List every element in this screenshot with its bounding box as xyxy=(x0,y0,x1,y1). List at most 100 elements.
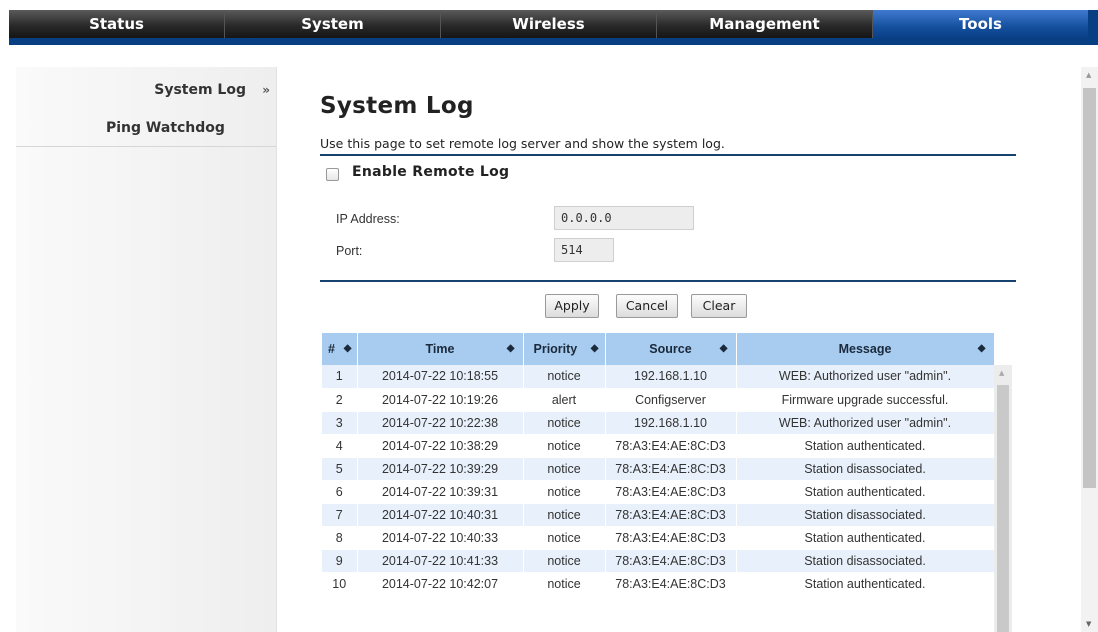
sidebar-item-label: System Log xyxy=(154,82,246,98)
cell-source: 78:A3:E4:AE:8C:D3 xyxy=(605,503,737,527)
sort-icon: ◆ xyxy=(343,343,352,354)
nav-tabs: Status System Wireless Management Tools xyxy=(9,10,1088,38)
table-scrollbar[interactable]: ▲ xyxy=(994,365,1012,632)
page-scrollbar[interactable]: ▲ ▼ xyxy=(1081,67,1098,632)
column-header-number[interactable]: # ◆ xyxy=(322,333,358,365)
cell-priority: notice xyxy=(523,572,606,596)
scrollbar-thumb[interactable] xyxy=(1083,88,1096,488)
enable-remote-log-label: Enable Remote Log xyxy=(352,164,510,180)
table-row: 7 2014-07-22 10:40:31 notice 78:A3:E4:AE:8C… xyxy=(322,503,995,527)
cancel-button[interactable]: Cancel xyxy=(616,294,678,318)
tab-management[interactable]: Management xyxy=(657,10,873,38)
cell-time: 2014-07-22 10:22:38 xyxy=(357,411,524,435)
cell-number: 2 xyxy=(322,388,358,412)
table-row: 1 2014-07-22 10:18:55 notice 192.168.1.10 WE… xyxy=(322,365,995,389)
table-row: 9 2014-07-22 10:41:33 notice 78:A3:E4:AE:8C… xyxy=(322,549,995,573)
cell-priority: notice xyxy=(523,457,606,481)
sort-icon: ◆ xyxy=(590,343,599,354)
cell-time: 2014-07-22 10:39:29 xyxy=(357,457,524,481)
tab-wireless[interactable]: Wireless xyxy=(441,10,657,38)
cell-message: Firmware upgrade successful. xyxy=(736,388,995,412)
cell-priority: notice xyxy=(523,549,606,573)
sidebar: System Log » Ping Watchdog xyxy=(16,67,277,632)
cell-message: WEB: Authorized user "admin". xyxy=(736,411,995,435)
cell-source: 192.168.1.10 xyxy=(605,411,737,435)
cell-priority: alert xyxy=(523,388,606,412)
scrollbar-thumb[interactable] xyxy=(997,385,1009,632)
cell-source: 78:A3:E4:AE:8C:D3 xyxy=(605,572,737,596)
sort-icon: ◆ xyxy=(506,343,515,354)
cell-number: 5 xyxy=(322,457,358,481)
cell-priority: notice xyxy=(523,526,606,550)
cell-source: 78:A3:E4:AE:8C:D3 xyxy=(605,549,737,573)
table-row: 8 2014-07-22 10:40:33 notice 78:A3:E4:AE:8C… xyxy=(322,526,995,550)
enable-remote-log-checkbox[interactable] xyxy=(326,168,339,181)
cell-priority: notice xyxy=(523,365,606,389)
double-chevron-right-icon: » xyxy=(262,83,270,97)
cell-time: 2014-07-22 10:42:07 xyxy=(357,572,524,596)
cell-time: 2014-07-22 10:39:31 xyxy=(357,480,524,504)
cell-time: 2014-07-22 10:18:55 xyxy=(357,365,524,389)
button-row: Apply Cancel Clear xyxy=(320,282,1016,328)
apply-button[interactable]: Apply xyxy=(545,294,599,318)
cell-number: 10 xyxy=(322,572,358,596)
top-navigation: Status System Wireless Management Tools xyxy=(0,0,1098,45)
cell-number: 4 xyxy=(322,434,358,458)
cell-number: 1 xyxy=(322,365,358,389)
column-header-message[interactable]: Message ◆ xyxy=(736,333,995,365)
cell-time: 2014-07-22 10:40:31 xyxy=(357,503,524,527)
cell-number: 3 xyxy=(322,411,358,435)
ip-address-input[interactable]: 0.0.0.0 xyxy=(554,206,694,230)
cell-time: 2014-07-22 10:41:33 xyxy=(357,549,524,573)
scroll-up-arrow-icon[interactable]: ▲ xyxy=(999,369,1004,377)
scroll-down-arrow-icon[interactable]: ▼ xyxy=(1086,620,1091,628)
column-header-time[interactable]: Time ◆ xyxy=(357,333,524,365)
cell-number: 6 xyxy=(322,480,358,504)
cell-priority: notice xyxy=(523,503,606,527)
clear-button[interactable]: Clear xyxy=(691,294,747,318)
column-header-priority[interactable]: Priority ◆ xyxy=(523,333,606,365)
sidebar-item-label: Ping Watchdog xyxy=(106,120,225,136)
tab-system[interactable]: System xyxy=(225,10,441,38)
port-input[interactable]: 514 xyxy=(554,238,614,262)
cell-message: WEB: Authorized user "admin". xyxy=(736,365,995,389)
cell-message: Station authenticated. xyxy=(736,526,995,550)
cell-number: 7 xyxy=(322,503,358,527)
cell-message: Station authenticated. xyxy=(736,434,995,458)
port-label: Port: xyxy=(336,244,363,258)
cell-priority: notice xyxy=(523,411,606,435)
cell-message: Station authenticated. xyxy=(736,572,995,596)
ip-address-label: IP Address: xyxy=(336,212,400,226)
table-row: 4 2014-07-22 10:38:29 notice 78:A3:E4:AE:8C… xyxy=(322,434,995,458)
enable-remote-log-row: Enable Remote Log xyxy=(320,156,1016,196)
table-row: 3 2014-07-22 10:22:38 notice 192.168.1.10 WE… xyxy=(322,411,995,435)
cell-source: 78:A3:E4:AE:8C:D3 xyxy=(605,457,737,481)
column-header-source[interactable]: Source ◆ xyxy=(605,333,737,365)
cell-time: 2014-07-22 10:38:29 xyxy=(357,434,524,458)
cell-source: 192.168.1.10 xyxy=(605,365,737,389)
cell-message: Station disassociated. xyxy=(736,503,995,527)
cell-message: Station disassociated. xyxy=(736,457,995,481)
port-row: Port: 514 xyxy=(320,238,1016,266)
table-row: 6 2014-07-22 10:39:31 notice 78:A3:E4:AE:8C… xyxy=(322,480,995,504)
sidebar-item-system-log[interactable]: System Log » xyxy=(16,67,276,109)
page-title: System Log xyxy=(320,93,474,119)
cell-number: 9 xyxy=(322,549,358,573)
sort-icon: ◆ xyxy=(977,343,986,354)
table-row: 5 2014-07-22 10:39:29 notice 78:A3:E4:AE:8C… xyxy=(322,457,995,481)
tab-status[interactable]: Status xyxy=(9,10,225,38)
cell-priority: notice xyxy=(523,434,606,458)
cell-source: 78:A3:E4:AE:8C:D3 xyxy=(605,526,737,550)
cell-time: 2014-07-22 10:19:26 xyxy=(357,388,524,412)
scroll-up-arrow-icon[interactable]: ▲ xyxy=(1086,71,1091,79)
sort-icon: ◆ xyxy=(719,343,728,354)
cell-source: 78:A3:E4:AE:8C:D3 xyxy=(605,480,737,504)
table-body: 1 2014-07-22 10:18:55 notice 192.168.1.10 WE… xyxy=(322,365,995,596)
page-description: Use this page to set remote log server a… xyxy=(320,136,725,151)
cell-source: 78:A3:E4:AE:8C:D3 xyxy=(605,434,737,458)
table-row: 2 2014-07-22 10:19:26 alert Configserver Fir… xyxy=(322,388,995,412)
sidebar-item-ping-watchdog[interactable]: Ping Watchdog xyxy=(16,109,276,147)
ip-address-row: IP Address: 0.0.0.0 xyxy=(320,206,1016,234)
tab-tools[interactable]: Tools xyxy=(873,10,1088,38)
main-content: System Log Use this page to set remote l… xyxy=(320,86,1016,328)
